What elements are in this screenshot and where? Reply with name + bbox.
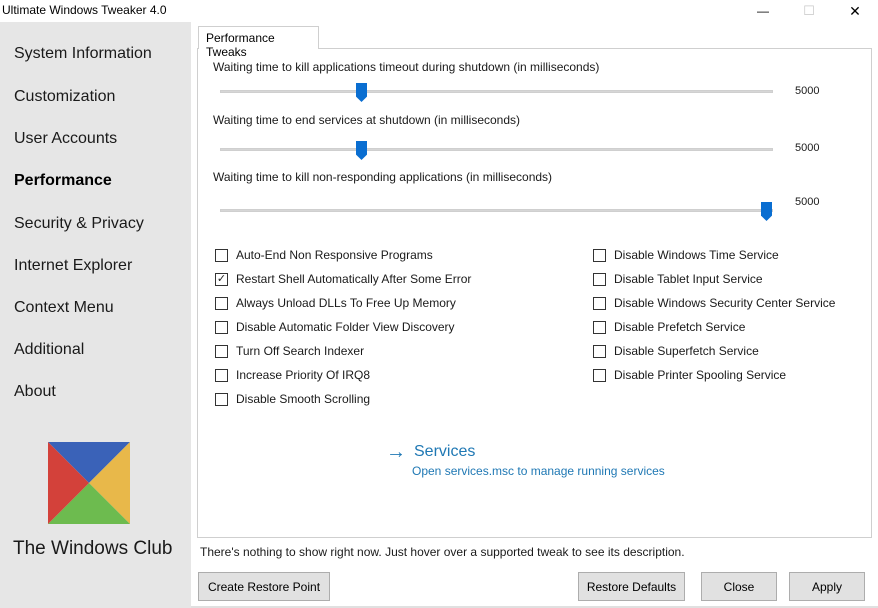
slider-value-kill-non-responding: 5000: [795, 196, 820, 208]
windows-club-logo-icon: [48, 442, 130, 524]
slider-value-kill-apps-timeout: 5000: [795, 85, 820, 97]
checkbox-box[interactable]: [593, 296, 606, 310]
slider-label-kill-non-responding: Waiting time to kill non-responding appl…: [213, 170, 553, 184]
checkbox-label: Disable Automatic Folder View Discovery: [236, 320, 455, 334]
slider-thumb[interactable]: [761, 202, 772, 221]
checkbox-label: Turn Off Search Indexer: [236, 344, 365, 358]
sidebar-item-internet-explorer[interactable]: Internet Explorer: [14, 257, 132, 275]
checkbox-folder-view-discovery[interactable]: Disable Automatic Folder View Discovery: [215, 320, 455, 334]
checkbox-label: Disable Prefetch Service: [614, 320, 746, 334]
sidebar-item-security-privacy[interactable]: Security & Privacy: [14, 215, 144, 233]
checkbox-priority-irq8[interactable]: Increase Priority Of IRQ8: [215, 368, 370, 382]
sidebar-item-customization[interactable]: Customization: [14, 88, 115, 106]
restore-defaults-button[interactable]: Restore Defaults: [578, 572, 685, 601]
tab-performance-tweaks[interactable]: Performance Tweaks: [198, 26, 319, 59]
checkbox-box[interactable]: [215, 296, 228, 310]
checkbox-box[interactable]: [215, 344, 228, 358]
brand-name: The Windows Club: [13, 538, 173, 559]
checkbox-label: Disable Smooth Scrolling: [236, 392, 371, 406]
sidebar-item-user-accounts[interactable]: User Accounts: [14, 130, 117, 148]
checkbox-box[interactable]: [215, 248, 228, 262]
checkbox-label: Restart Shell Automatically After Some E…: [236, 272, 472, 286]
checkbox-superfetch-service[interactable]: Disable Superfetch Service: [593, 344, 759, 358]
checkbox-label: Disable Windows Time Service: [614, 248, 779, 262]
checkbox-label: Disable Superfetch Service: [614, 344, 759, 358]
window-title: Ultimate Windows Tweaker 4.0: [2, 3, 167, 17]
apply-button[interactable]: Apply: [789, 572, 865, 601]
slider-kill-non-responding[interactable]: [220, 202, 773, 221]
checkbox-search-indexer[interactable]: Turn Off Search Indexer: [215, 344, 364, 358]
slider-end-services[interactable]: [220, 141, 773, 160]
checkbox-label: Increase Priority Of IRQ8: [236, 368, 371, 382]
checkbox-box[interactable]: [593, 248, 606, 262]
checkbox-prefetch-service[interactable]: Disable Prefetch Service: [593, 320, 745, 334]
close-icon: ✕: [849, 2, 861, 19]
sidebar: System Information Customization User Ac…: [0, 22, 191, 608]
close-window-button[interactable]: ✕: [832, 0, 878, 22]
create-restore-point-button[interactable]: Create Restore Point: [198, 572, 330, 601]
slider-label-kill-apps-timeout: Waiting time to kill applications timeou…: [213, 60, 600, 74]
checkbox-box[interactable]: [215, 368, 228, 382]
slider-thumb[interactable]: [356, 141, 367, 160]
slider-label-end-services: Waiting time to end services at shutdown…: [213, 113, 521, 127]
checkbox-label: Always Unload DLLs To Free Up Memory: [236, 296, 456, 310]
checkbox-restart-shell[interactable]: ✓ Restart Shell Automatically After Some…: [215, 272, 471, 286]
checkbox-label: Disable Tablet Input Service: [614, 272, 763, 286]
minimize-icon: —: [757, 4, 769, 18]
sidebar-item-context-menu[interactable]: Context Menu: [14, 299, 114, 317]
tweaks-panel: Waiting time to kill applications timeou…: [197, 48, 872, 538]
slider-kill-apps-timeout[interactable]: [220, 83, 773, 102]
checkbox-box[interactable]: ✓: [215, 272, 228, 286]
title-bar: Ultimate Windows Tweaker 4.0 — ☐ ✕: [0, 0, 878, 22]
close-button[interactable]: Close: [701, 572, 777, 601]
checkbox-security-center-service[interactable]: Disable Windows Security Center Service: [593, 296, 835, 310]
sidebar-item-system-information[interactable]: System Information: [14, 45, 152, 63]
checkbox-box[interactable]: [593, 320, 606, 334]
description-status: There's nothing to show right now. Just …: [200, 545, 685, 559]
checkbox-smooth-scrolling[interactable]: Disable Smooth Scrolling: [215, 392, 370, 406]
checkbox-label: Disable Windows Security Center Service: [614, 296, 836, 310]
slider-value-end-services: 5000: [795, 142, 820, 154]
checkbox-printer-spooling-service[interactable]: Disable Printer Spooling Service: [593, 368, 786, 382]
checkbox-windows-time-service[interactable]: Disable Windows Time Service: [593, 248, 779, 262]
checkbox-box[interactable]: [215, 392, 228, 406]
minimize-button[interactable]: —: [740, 0, 786, 22]
checkbox-box[interactable]: [593, 344, 606, 358]
checkbox-box[interactable]: [593, 272, 606, 286]
checkbox-unload-dlls[interactable]: Always Unload DLLs To Free Up Memory: [215, 296, 456, 310]
checkbox-label: Auto-End Non Responsive Programs: [236, 248, 433, 262]
services-link-title[interactable]: Services: [414, 443, 475, 461]
sidebar-item-about[interactable]: About: [14, 383, 56, 401]
checkbox-auto-end-non-responsive[interactable]: Auto-End Non Responsive Programs: [215, 248, 433, 262]
sidebar-item-additional[interactable]: Additional: [14, 341, 84, 359]
slider-thumb[interactable]: [356, 83, 367, 102]
maximize-icon: ☐: [803, 3, 815, 18]
maximize-button[interactable]: ☐: [786, 0, 832, 22]
checkbox-label: Disable Printer Spooling Service: [614, 368, 787, 382]
sidebar-item-performance[interactable]: Performance: [14, 172, 112, 190]
checkbox-box[interactable]: [215, 320, 228, 334]
checkbox-tablet-input-service[interactable]: Disable Tablet Input Service: [593, 272, 763, 286]
arrow-right-icon: →: [386, 441, 406, 463]
checkbox-box[interactable]: [593, 368, 606, 382]
services-link-subtitle[interactable]: Open services.msc to manage running serv…: [412, 464, 665, 478]
